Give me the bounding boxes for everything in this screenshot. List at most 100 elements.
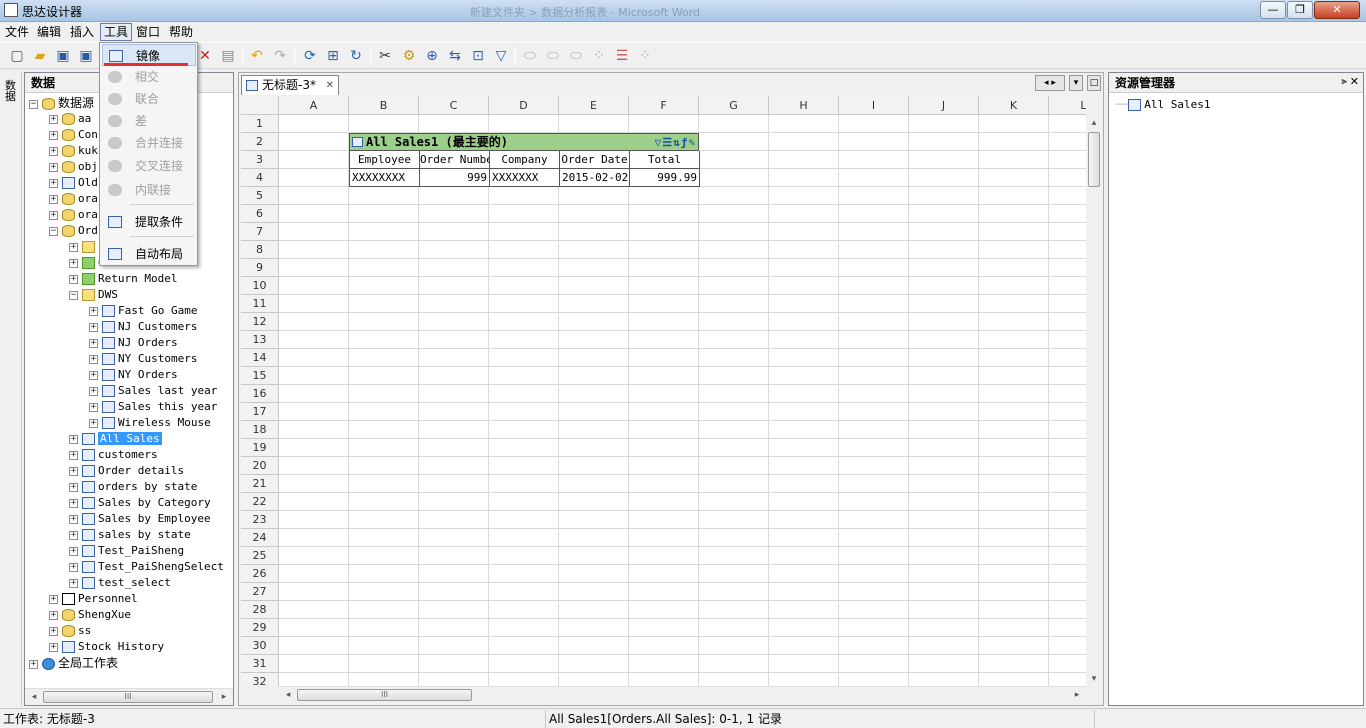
row-header[interactable]: 24: [241, 529, 279, 547]
filter-icon[interactable]: ▽: [492, 47, 510, 65]
expand-icon[interactable]: +: [49, 130, 58, 140]
new-file-icon[interactable]: ▢: [8, 47, 26, 65]
menu-edit[interactable]: 编辑: [34, 23, 64, 41]
refresh-icon[interactable]: ⟳: [301, 47, 319, 65]
expand-icon[interactable]: +: [69, 242, 78, 252]
expand-icon[interactable]: +: [89, 306, 98, 316]
grid-vscroll[interactable]: ▴ ▾: [1086, 116, 1103, 686]
row-header[interactable]: 18: [241, 421, 279, 439]
expand-icon[interactable]: +: [89, 322, 98, 332]
row-header[interactable]: 27: [241, 583, 279, 601]
row-header[interactable]: 12: [241, 313, 279, 331]
tree-node[interactable]: +: [69, 239, 98, 255]
expand-icon[interactable]: +: [69, 514, 78, 524]
scroll-left-arrow[interactable]: ◂: [27, 690, 41, 704]
expand-icon[interactable]: +: [69, 450, 78, 460]
row-header[interactable]: 32: [241, 673, 279, 686]
table-data-cell[interactable]: XXXXXXX: [489, 169, 560, 187]
row-header[interactable]: 4: [241, 169, 279, 187]
column-header[interactable]: E: [559, 96, 629, 115]
expand-icon[interactable]: +: [49, 626, 58, 636]
tree-node[interactable]: + Test_PaiSheng: [69, 543, 184, 559]
expand-icon[interactable]: +: [89, 338, 98, 348]
row-header[interactable]: 17: [241, 403, 279, 421]
row-header[interactable]: 6: [241, 205, 279, 223]
hscroll-thumb[interactable]: III: [297, 689, 472, 701]
paste-icon[interactable]: ▤: [219, 47, 237, 65]
row-header[interactable]: 9: [241, 259, 279, 277]
table-data-cell[interactable]: XXXXXXXX: [349, 169, 420, 187]
query-icon[interactable]: ⚙: [400, 47, 418, 65]
scroll-up-arrow[interactable]: ▴: [1087, 116, 1101, 130]
save-icon[interactable]: ▣: [54, 47, 72, 65]
row-header[interactable]: 15: [241, 367, 279, 385]
redo-icon[interactable]: ↷: [271, 47, 289, 65]
undo-icon[interactable]: ↶: [248, 47, 266, 65]
vscroll-thumb[interactable]: [1088, 132, 1100, 187]
table-header-cell[interactable]: Order Number: [419, 151, 490, 169]
open-folder-icon[interactable]: ▰: [31, 47, 49, 65]
tree-node[interactable]: + Personnel: [49, 591, 138, 607]
tree-node[interactable]: + kuk: [49, 143, 98, 159]
tree-node[interactable]: + orders by state: [69, 479, 197, 495]
data-side-tab[interactable]: 数据: [5, 80, 17, 102]
column-header[interactable]: F: [629, 96, 699, 115]
tree-node[interactable]: + Sales this year: [89, 399, 217, 415]
scroll-down-arrow[interactable]: ▾: [1087, 672, 1101, 686]
column-header[interactable]: A: [279, 96, 349, 115]
scroll-thumb[interactable]: III: [43, 691, 213, 703]
expand-icon[interactable]: +: [49, 642, 58, 652]
collapse-icon[interactable]: −: [69, 290, 78, 300]
row-header[interactable]: 16: [241, 385, 279, 403]
tab-close-icon[interactable]: ✕: [326, 76, 334, 95]
add-table-icon[interactable]: ⊕: [423, 47, 441, 65]
column-header[interactable]: C: [419, 96, 489, 115]
expand-icon[interactable]: +: [69, 562, 78, 572]
tab-list-dropdown-icon[interactable]: ▾: [1069, 75, 1083, 91]
grid-hscroll[interactable]: ◂ III ▸: [279, 686, 1086, 703]
table-header-cell[interactable]: Employee: [349, 151, 420, 169]
tree-node[interactable]: + NY Customers: [89, 351, 197, 367]
menu-window[interactable]: 窗口: [133, 23, 163, 41]
column-header[interactable]: J: [909, 96, 979, 115]
delete-icon[interactable]: ✕: [196, 47, 214, 65]
expand-icon[interactable]: +: [69, 466, 78, 476]
table-object-title[interactable]: All Sales1 (最主要的) ▽☰⇅ƒ✎: [349, 133, 699, 151]
tree-node[interactable]: + ora: [49, 191, 98, 207]
tree-node[interactable]: + ora: [49, 207, 98, 223]
worksheet-grid[interactable]: A B C D E F G H I J K L 1 2 3 4 5 6 7 8 9 10 11 12 13 14 15 16 17 18 1…: [241, 96, 1086, 686]
tree-node[interactable]: − Ord: [49, 223, 98, 239]
expand-icon[interactable]: +: [69, 434, 78, 444]
row-header[interactable]: 13: [241, 331, 279, 349]
expand-icon[interactable]: +: [89, 354, 98, 364]
tools-menu-item[interactable]: 自动布局: [102, 243, 196, 265]
row-header[interactable]: 7: [241, 223, 279, 241]
tree-node[interactable]: + aa: [49, 111, 91, 127]
scroll-right-arrow[interactable]: ▸: [217, 690, 231, 704]
data-panel-hscroll[interactable]: ◂ III ▸: [25, 688, 233, 705]
tree-node[interactable]: + 全局工作表: [29, 655, 118, 671]
column-header[interactable]: I: [839, 96, 909, 115]
column-header[interactable]: D: [489, 96, 559, 115]
expand-icon[interactable]: +: [29, 659, 38, 669]
tree-node[interactable]: + NY Orders: [89, 367, 178, 383]
column-header[interactable]: G: [699, 96, 769, 115]
row-header[interactable]: 2: [241, 133, 279, 151]
column-header[interactable]: K: [979, 96, 1049, 115]
tree-node[interactable]: + Stock History: [49, 639, 164, 655]
tools-menu-item[interactable]: 提取条件: [102, 211, 196, 233]
row-header[interactable]: 3: [241, 151, 279, 169]
row-header[interactable]: 31: [241, 655, 279, 673]
menu-help[interactable]: 帮助: [166, 23, 196, 41]
menu-tools[interactable]: 工具: [100, 23, 133, 41]
row-header[interactable]: 5: [241, 187, 279, 205]
collapse-icon[interactable]: −: [49, 226, 58, 236]
row-header[interactable]: 14: [241, 349, 279, 367]
tab-nav-arrows[interactable]: ◂ ▸: [1035, 75, 1065, 91]
tree-node[interactable]: + ss: [49, 623, 91, 639]
expand-icon[interactable]: +: [49, 162, 58, 172]
tree-node[interactable]: + Sales last year: [89, 383, 217, 399]
minimize-button[interactable]: —: [1260, 1, 1286, 19]
row-header[interactable]: 23: [241, 511, 279, 529]
menu-insert[interactable]: 插入: [67, 23, 97, 41]
